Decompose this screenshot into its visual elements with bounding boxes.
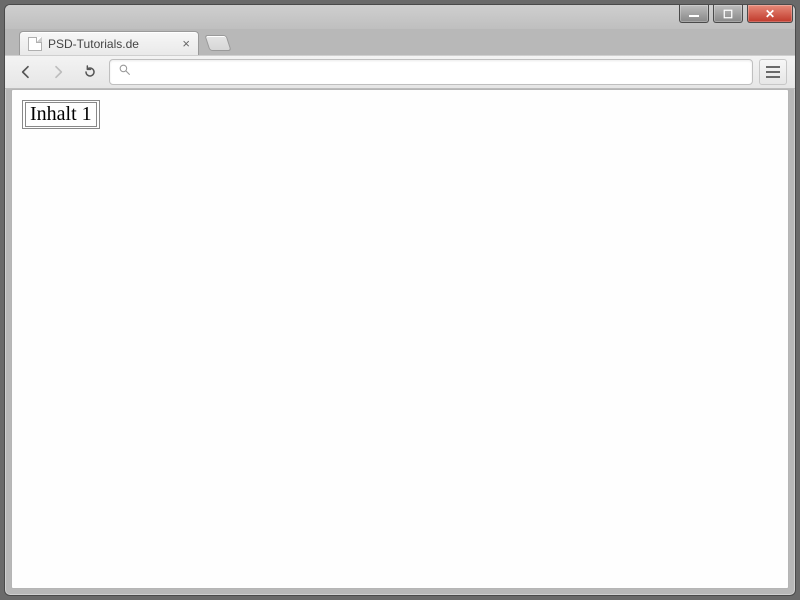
maximize-icon [723,9,733,19]
reload-icon [82,64,98,80]
minimize-icon [689,15,699,17]
close-icon: ✕ [765,7,775,21]
new-tab-button[interactable] [204,35,231,51]
back-button[interactable] [13,59,39,85]
browser-toolbar [5,55,795,89]
page-icon [28,37,42,51]
content-box-inner: Inhalt 1 [25,102,97,127]
content-box-outer: Inhalt 1 [22,100,100,129]
hamburger-icon [766,71,780,73]
tab-title: PSD-Tutorials.de [48,37,139,51]
search-icon [118,63,131,81]
forward-button[interactable] [45,59,71,85]
window-controls: ✕ [679,5,793,23]
browser-tab-active[interactable]: PSD-Tutorials.de × [19,31,199,55]
arrow-right-icon [50,64,66,80]
maximize-button[interactable] [713,5,743,23]
minimize-button[interactable] [679,5,709,23]
reload-button[interactable] [77,59,103,85]
omnibox[interactable] [109,59,753,85]
address-input[interactable] [139,65,744,80]
page-body: Inhalt 1 [12,90,788,139]
content-text: Inhalt 1 [30,103,92,125]
browser-window: ✕ PSD-Tutorials.de × [4,4,796,596]
menu-button[interactable] [759,59,787,85]
close-button[interactable]: ✕ [747,5,793,23]
tab-strip: PSD-Tutorials.de × [5,29,795,55]
tab-close-icon[interactable]: × [182,37,190,50]
arrow-left-icon [18,64,34,80]
titlebar: ✕ [5,5,795,29]
page-viewport: Inhalt 1 [11,89,789,589]
